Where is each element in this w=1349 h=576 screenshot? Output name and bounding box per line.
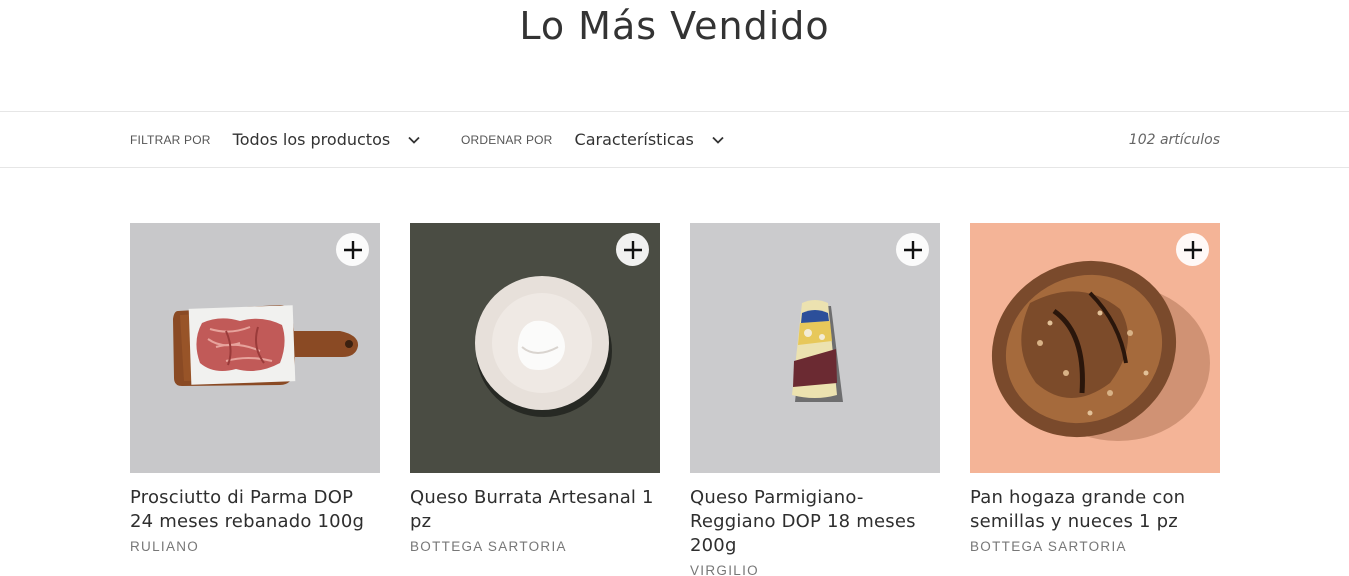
add-to-cart-button[interactable] (1176, 233, 1209, 266)
product-count: 102 artículos (1128, 131, 1220, 148)
sort-select-value: Características (574, 130, 694, 149)
sort-select[interactable]: Características (575, 130, 724, 149)
product-card[interactable]: Pan hogaza grande con semillas y nueces … (970, 223, 1220, 576)
filter-group: FILTRAR POR Todos los productos (130, 112, 420, 167)
product-grid: Prosciutto di Parma DOP 24 meses rebanad… (130, 223, 1220, 576)
sort-group: ORDENAR POR Características (461, 112, 724, 167)
filter-label: FILTRAR POR (130, 132, 211, 147)
product-title[interactable]: Queso Burrata Artesanal 1 pz (410, 486, 660, 534)
page-title: Lo Más Vendido (519, 4, 830, 48)
product-card[interactable]: Queso Parmigiano-Reggiano DOP 18 meses 2… (690, 223, 940, 576)
product-vendor: BOTTEGA SARTORIA (410, 539, 567, 554)
product-image[interactable] (410, 223, 660, 473)
chevron-down-icon (712, 136, 724, 144)
plus-icon (1183, 240, 1202, 259)
filter-select[interactable]: Todos los productos (233, 130, 421, 149)
product-image[interactable] (130, 223, 380, 473)
product-card[interactable]: Queso Burrata Artesanal 1 pz BOTTEGA SAR… (410, 223, 660, 576)
product-card[interactable]: Prosciutto di Parma DOP 24 meses rebanad… (130, 223, 380, 576)
product-image[interactable] (970, 223, 1220, 473)
product-title[interactable]: Pan hogaza grande con semillas y nueces … (970, 486, 1220, 534)
plus-icon (343, 240, 362, 259)
product-title[interactable]: Prosciutto di Parma DOP 24 meses rebanad… (130, 486, 380, 534)
plus-icon (903, 240, 922, 259)
chevron-down-icon (408, 136, 420, 144)
product-image[interactable] (690, 223, 940, 473)
sort-label: ORDENAR POR (461, 132, 553, 147)
filter-select-value: Todos los productos (232, 130, 391, 149)
product-vendor: RULIANO (130, 539, 200, 554)
collection-filter-bar: FILTRAR POR Todos los productos ORDENAR … (0, 111, 1349, 168)
product-vendor: VIRGILIO (690, 563, 759, 576)
product-title[interactable]: Queso Parmigiano-Reggiano DOP 18 meses 2… (690, 486, 940, 558)
add-to-cart-button[interactable] (336, 233, 369, 266)
plus-icon (623, 240, 642, 259)
add-to-cart-button[interactable] (616, 233, 649, 266)
add-to-cart-button[interactable] (896, 233, 929, 266)
product-vendor: BOTTEGA SARTORIA (970, 539, 1127, 554)
